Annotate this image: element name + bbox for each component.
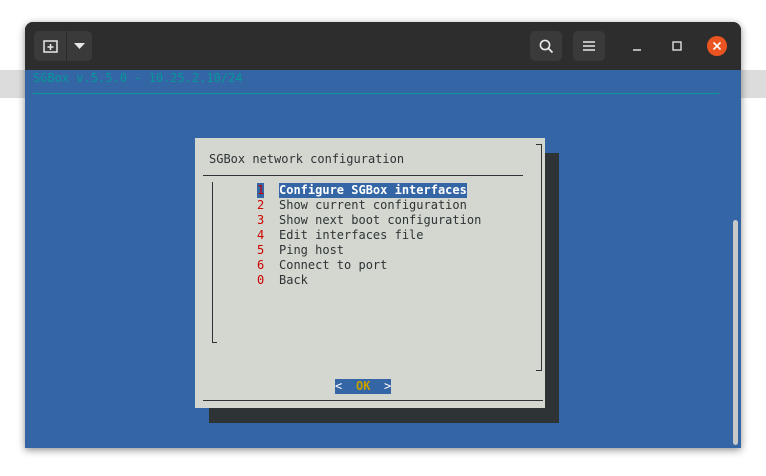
title-bar	[25, 22, 741, 70]
new-tab-button[interactable]	[34, 31, 92, 61]
page-background-right	[741, 70, 766, 98]
dialog-title-separator	[203, 175, 523, 176]
scrollbar[interactable]	[729, 70, 741, 448]
dialog-right-border	[541, 144, 542, 370]
close-icon	[712, 41, 722, 51]
menu-item-label: Back	[279, 273, 308, 287]
search-icon	[539, 39, 554, 54]
terminal-area[interactable]: SGBox v.5.5.0 - 10.25.2.10/24 SGBox netw…	[25, 70, 741, 448]
terminal-window: SGBox v.5.5.0 - 10.25.2.10/24 SGBox netw…	[25, 22, 741, 448]
menu-item-label: Show next boot configuration	[279, 213, 482, 227]
page-background-left	[0, 70, 25, 98]
ok-button-left-bracket: <	[335, 379, 343, 393]
minimize-icon	[633, 49, 641, 51]
menu-item-number: 1	[257, 183, 265, 198]
ok-button[interactable]: < OK >	[335, 379, 391, 394]
network-config-dialog: SGBox network configuration 1 Configure …	[195, 138, 545, 408]
menu-item-number: 2	[257, 198, 265, 212]
maximize-button[interactable]	[667, 36, 687, 56]
dialog-border-corner	[536, 370, 542, 371]
scrollbar-thumb[interactable]	[733, 220, 738, 445]
menu-item-edit-interfaces-file[interactable]: 4 Edit interfaces file	[257, 228, 424, 243]
search-button[interactable]	[530, 31, 562, 61]
menu-item-number: 3	[257, 213, 265, 227]
ok-button-right-bracket: >	[384, 379, 392, 393]
dialog-bottom-border	[203, 400, 543, 401]
menu-item-show-next-boot-config[interactable]: 3 Show next boot configuration	[257, 213, 481, 228]
menu-item-back[interactable]: 0 Back	[257, 273, 315, 288]
hamburger-menu-icon	[583, 41, 595, 51]
menu-button[interactable]	[573, 31, 605, 61]
menu-item-connect-to-port[interactable]: 6 Connect to port	[257, 258, 387, 273]
chevron-down-icon[interactable]	[74, 43, 85, 50]
menu-item-configure-interfaces[interactable]: 1 Configure SGBox interfaces	[257, 183, 467, 198]
menu-item-label: Edit interfaces file	[279, 228, 424, 242]
new-tab-icon	[43, 40, 58, 53]
menu-item-ping-host[interactable]: 5 Ping host	[257, 243, 344, 258]
menu-list-border	[212, 182, 213, 342]
menu-item-label: Ping host	[279, 243, 345, 257]
close-button[interactable]	[707, 36, 727, 56]
menu-item-number: 0	[257, 273, 265, 287]
menu-item-label: Show current configuration	[279, 198, 467, 212]
ok-button-label: OK	[356, 379, 371, 393]
menu-item-label: Connect to port	[279, 258, 388, 272]
maximize-icon	[672, 41, 682, 51]
menu-item-number: 6	[257, 258, 265, 272]
dialog-title: SGBox network configuration	[209, 152, 405, 166]
minimize-button[interactable]	[627, 36, 647, 56]
menu-item-number: 4	[257, 228, 265, 242]
menu-item-number: 5	[257, 243, 265, 257]
button-divider	[66, 31, 67, 61]
menu-item-show-current-config[interactable]: 2 Show current configuration	[257, 198, 467, 213]
header-separator	[33, 93, 719, 94]
terminal-header: SGBox v.5.5.0 - 10.25.2.10/24	[33, 71, 243, 85]
menu-item-label: Configure SGBox interfaces	[279, 183, 467, 198]
menu-list-border	[212, 342, 217, 343]
